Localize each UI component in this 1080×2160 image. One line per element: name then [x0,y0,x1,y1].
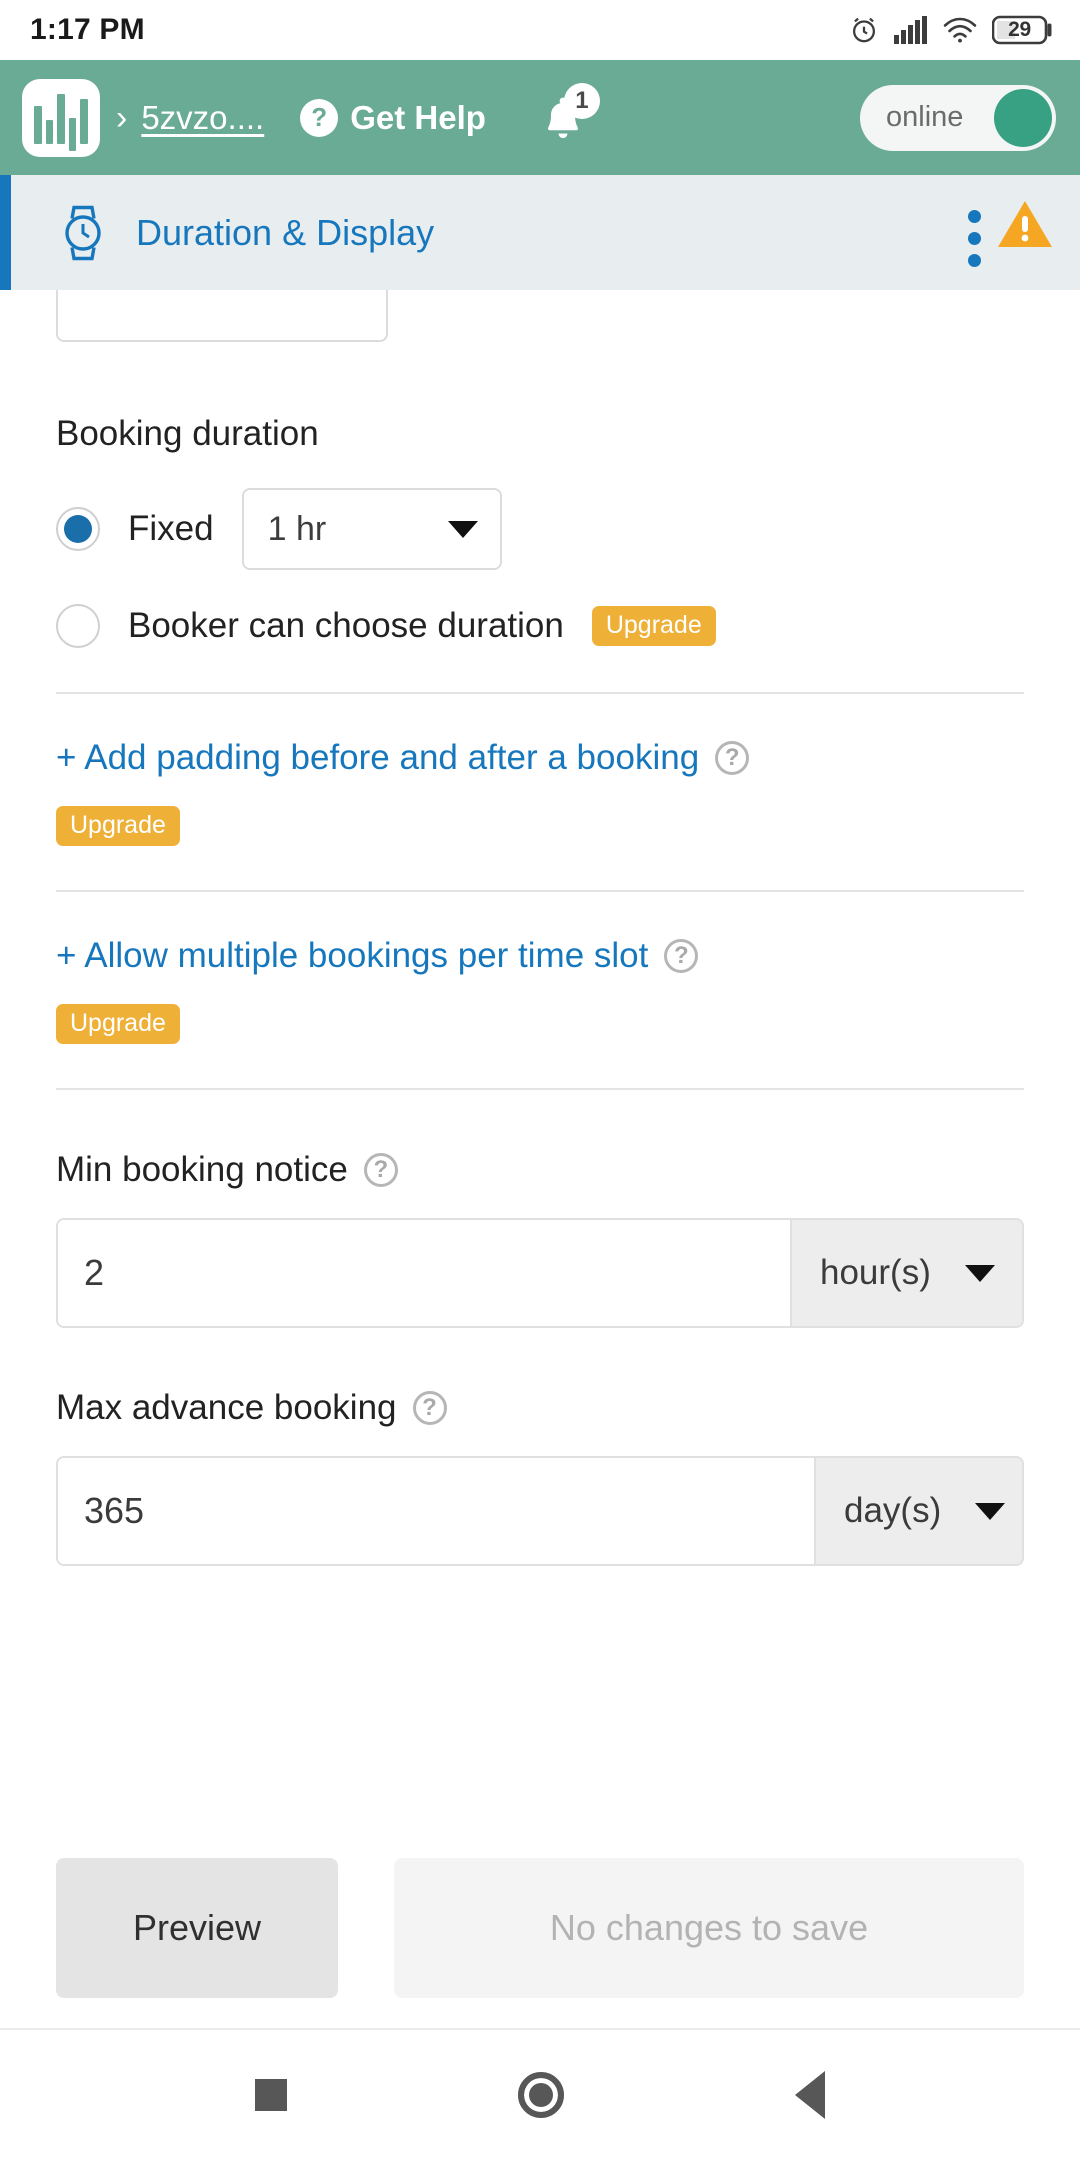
radio-fixed-label: Fixed [128,509,214,548]
breadcrumb-chevron-icon: › [116,98,128,137]
chevron-down-icon [447,520,478,538]
online-toggle-label: online [886,101,964,133]
multiple-bookings-group: + Allow multiple bookings per time slot … [56,936,1024,1044]
preview-button[interactable]: Preview [56,1858,338,1998]
min-booking-notice-unit-select[interactable]: hour(s) [790,1220,1022,1326]
add-padding-group: + Add padding before and after a booking… [56,738,1024,846]
max-advance-booking-group: Max advance booking ? 365 day(s) [56,1388,1024,1566]
online-toggle-knob [994,88,1052,147]
radio-fixed[interactable] [56,507,100,551]
chevron-down-icon [975,1502,1006,1520]
divider-1 [56,692,1024,694]
duration-value-select[interactable]: 1 hr [241,488,502,570]
partial-text-input-above[interactable] [56,290,388,342]
online-status-toggle[interactable]: online [860,84,1056,151]
divider-2 [56,890,1024,892]
warning-triangle-icon[interactable] [996,198,1054,255]
watch-icon [57,202,109,264]
cellular-signal-icon [894,16,928,44]
min-booking-notice-label: Min booking notice [56,1150,348,1189]
upgrade-badge-multiple-bookings[interactable]: Upgrade [56,1004,180,1044]
upgrade-badge-padding-wrap: Upgrade [56,806,1024,846]
breadcrumb-link[interactable]: 5zvzo.... [141,99,264,137]
status-bar: 1:17 PM 29 [0,0,1080,60]
add-padding-label: + Add padding before and after a booking [56,738,700,777]
alarm-icon [848,14,880,46]
section-actions [968,190,1054,276]
multiple-bookings-link[interactable]: + Allow multiple bookings per time slot … [56,936,1024,976]
recents-square-icon[interactable] [255,2079,288,2111]
min-booking-notice-input[interactable]: 2 [58,1220,790,1326]
back-triangle-icon[interactable] [794,2071,825,2119]
help-icon-padding[interactable]: ? [715,741,750,775]
help-question-icon: ? [300,98,339,137]
phone-screen: 1:17 PM 29 › 5zvzo.... ? Get Help 1 onli… [0,0,1080,2160]
max-advance-booking-label: Max advance booking [56,1388,397,1427]
get-help-button[interactable]: ? Get Help [300,98,486,137]
booking-duration-option-fixed[interactable]: Fixed 1 hr [56,488,1024,570]
divider-3 [56,1088,1024,1090]
notification-badge: 1 [563,82,600,119]
help-icon-multiple-bookings[interactable]: ? [664,939,699,973]
save-button[interactable]: No changes to save [394,1858,1024,1998]
booking-duration-label: Booking duration [56,414,319,453]
android-nav-bar [0,2028,1080,2160]
home-circle-icon[interactable] [517,2072,564,2118]
upgrade-badge-multiple-wrap: Upgrade [56,1004,1024,1044]
min-booking-notice-group: Min booking notice ? 2 hour(s) [56,1150,1024,1328]
chevron-down-icon [964,1264,995,1282]
min-booking-notice-input-group[interactable]: 2 hour(s) [56,1218,1024,1328]
battery-icon: 29 [992,14,1054,46]
radio-booker-choose[interactable] [56,604,100,648]
kebab-menu-icon[interactable] [968,209,981,267]
min-booking-notice-unit-text: hour(s) [820,1253,931,1292]
section-header-duration-display[interactable]: Duration & Display [0,175,1080,290]
upgrade-badge-padding[interactable]: Upgrade [56,806,180,846]
notifications-button[interactable]: 1 [538,82,600,149]
get-help-label: Get Help [350,98,486,136]
wifi-icon [942,16,978,44]
upgrade-badge-booker-choose[interactable]: Upgrade [591,606,716,646]
status-time: 1:17 PM [30,13,145,46]
max-advance-booking-unit-select[interactable]: day(s) [814,1458,1022,1564]
settings-scroll-area[interactable]: Booking duration Fixed 1 hr Booker can c… [0,290,1080,1858]
bottom-action-bar: Preview No changes to save [0,1858,1080,2028]
battery-percent: 29 [1008,18,1031,41]
status-icons: 29 [848,14,1054,46]
duration-value-text: 1 hr [267,509,327,548]
booking-duration-option-booker-choose[interactable]: Booker can choose duration Upgrade [56,604,1024,648]
app-logo-icon[interactable] [22,78,100,157]
max-advance-booking-label-row: Max advance booking ? [56,1388,1024,1428]
app-bar: › 5zvzo.... ? Get Help 1 online [0,60,1080,175]
add-padding-link[interactable]: + Add padding before and after a booking… [56,738,1024,778]
max-advance-booking-input[interactable]: 365 [58,1458,814,1564]
clipped-text-below [56,1610,1024,1640]
section-title: Duration & Display [136,211,435,253]
max-advance-booking-input-group[interactable]: 365 day(s) [56,1456,1024,1566]
min-booking-notice-label-row: Min booking notice ? [56,1150,1024,1190]
booking-duration-group: Booking duration Fixed 1 hr Booker can c… [56,414,1024,648]
help-icon-max-advance[interactable]: ? [412,1391,447,1425]
help-icon-min-notice[interactable]: ? [363,1153,398,1187]
max-advance-booking-unit-text: day(s) [844,1491,942,1530]
radio-booker-choose-label: Booker can choose duration [128,606,564,645]
multiple-bookings-label: + Allow multiple bookings per time slot [56,936,649,975]
